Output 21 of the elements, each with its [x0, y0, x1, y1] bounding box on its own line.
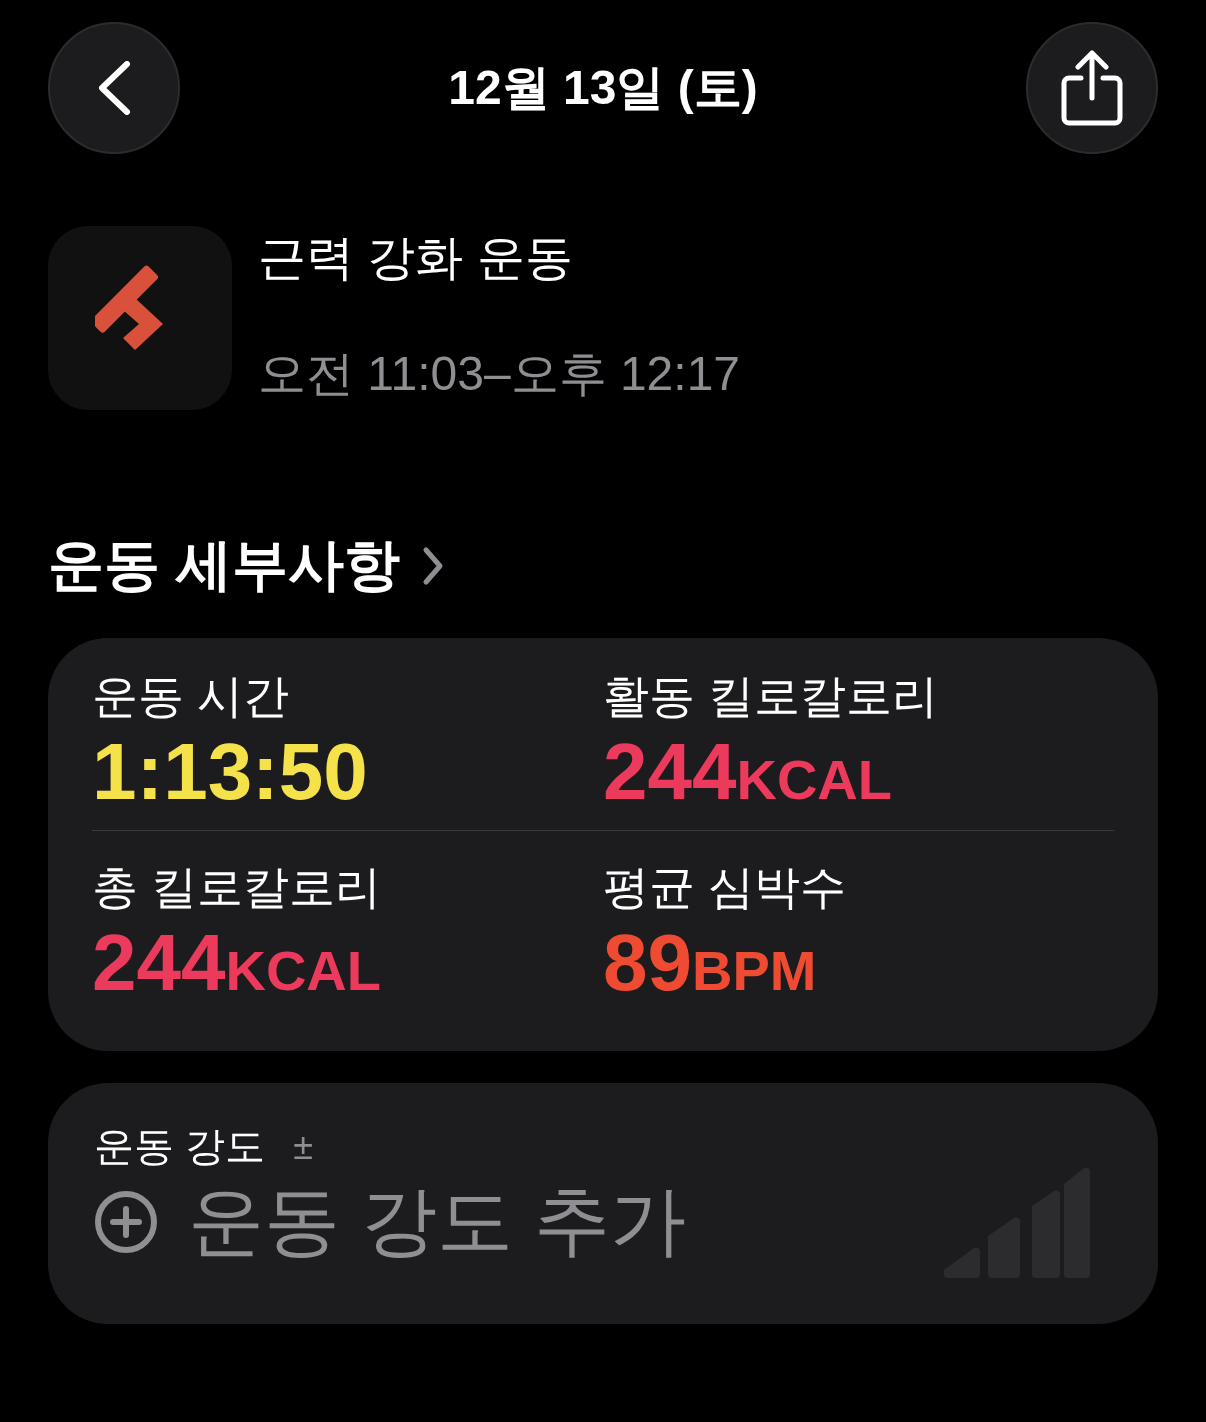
effort-card[interactable]: 운동 강도 ± 운동 강도 추가	[48, 1083, 1158, 1324]
metric-label: 평균 심박수	[603, 860, 847, 915]
metric-label: 운동 시간	[92, 669, 290, 724]
workout-time: 오전 11:03–오후 12:17	[258, 346, 741, 402]
add-icon	[94, 1190, 158, 1254]
metric-label: 활동 킬로칼로리	[603, 669, 939, 724]
metric-value: 1:13:50	[92, 728, 369, 816]
metric-value: 244KCAL	[92, 919, 382, 1007]
metric-value: 244KCAL	[603, 728, 893, 816]
share-icon	[1061, 50, 1123, 126]
app-icon	[48, 226, 232, 410]
back-icon	[97, 61, 131, 115]
add-effort-text: 운동 강도 추가	[188, 1176, 687, 1265]
effort-label: 운동 강도	[94, 1123, 266, 1170]
metric-label: 총 킬로칼로리	[92, 860, 382, 915]
workout-name: 근력 강화 운동	[258, 230, 574, 286]
section-link[interactable]: 운동 세부사항	[48, 528, 1158, 604]
chevron-icon	[421, 546, 444, 586]
metric-value: 89BPM	[603, 919, 818, 1007]
plus-minus-symbol: ±	[293, 1125, 313, 1168]
date-title: 12월 13일 (토)	[448, 60, 758, 116]
